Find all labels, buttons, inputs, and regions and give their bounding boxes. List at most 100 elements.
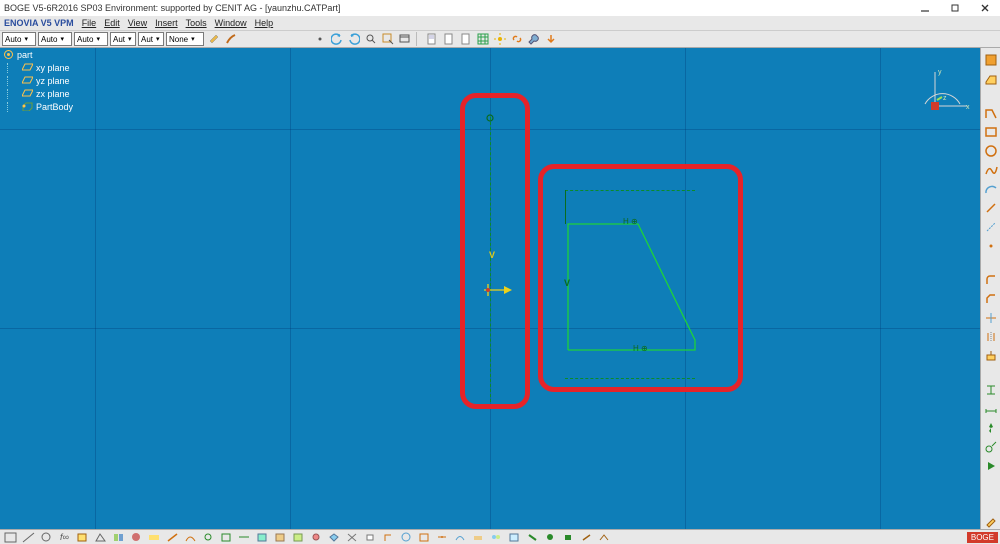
corner-icon[interactable] [983,272,999,288]
window-list-icon[interactable] [397,32,412,47]
bb-icon[interactable] [236,531,253,544]
axis-compass[interactable]: x y z x y z [920,64,965,109]
menu-insert[interactable]: Insert [155,18,178,28]
mirror-icon[interactable] [983,329,999,345]
bb-icon[interactable] [254,531,271,544]
bb-icon[interactable] [398,531,415,544]
bb-fx-icon[interactable]: f∞ [56,531,73,544]
sketch-icon[interactable] [983,52,999,68]
bb-icon[interactable] [434,531,451,544]
bb-icon[interactable] [326,531,343,544]
doc-icon-2[interactable] [441,32,456,47]
search-icon[interactable] [363,32,378,47]
link-icon[interactable] [509,32,524,47]
bb-icon[interactable] [524,531,541,544]
bb-icon[interactable] [506,531,523,544]
point-icon[interactable] [983,238,999,254]
bb-icon[interactable] [452,531,469,544]
bb-icon[interactable] [380,531,397,544]
animate-icon[interactable] [983,458,999,474]
project-icon[interactable] [983,348,999,364]
bb-icon[interactable] [596,531,613,544]
sun-icon[interactable] [492,32,507,47]
arc-icon[interactable] [983,181,999,197]
combo-auto-0[interactable]: Auto [2,32,36,46]
grid-icon[interactable] [475,32,490,47]
wrench-icon[interactable] [526,32,541,47]
bb-icon[interactable] [560,531,577,544]
bb-icon[interactable] [308,531,325,544]
doc-icon-3[interactable] [458,32,473,47]
bb-icon[interactable] [470,531,487,544]
menu-file[interactable]: File [82,18,97,28]
bb-icon[interactable] [344,531,361,544]
bb-icon[interactable] [128,531,145,544]
partbody-icon [21,102,33,112]
bb-icon[interactable] [218,531,235,544]
trim-icon[interactable] [983,310,999,326]
pad-icon[interactable] [983,71,999,87]
menu-help[interactable]: Help [255,18,274,28]
zoom-window-icon[interactable] [380,32,395,47]
bb-icon[interactable] [182,531,199,544]
line-icon[interactable] [983,200,999,216]
bb-icon[interactable] [488,531,505,544]
edit-multi-icon[interactable] [983,513,999,529]
redo-icon[interactable] [346,32,361,47]
profile-icon[interactable] [983,105,999,121]
bb-icon[interactable] [542,531,559,544]
dot-icon[interactable] [312,32,327,47]
viewport-3d[interactable]: part xy plane yz plane zx plane PartBody [0,48,1000,529]
arrow-down-icon[interactable] [543,32,558,47]
combo-aut-3[interactable]: Aut [110,32,136,46]
bb-icon[interactable] [578,531,595,544]
bb-icon[interactable] [146,531,163,544]
undo-icon[interactable] [329,32,344,47]
doclist-icon[interactable] [424,32,439,47]
bb-icon[interactable] [362,531,379,544]
combo-none-5[interactable]: None [166,32,204,46]
spec-tree[interactable]: part xy plane yz plane zx plane PartBody [2,48,73,113]
bb-icon[interactable] [272,531,289,544]
dimension-icon[interactable] [983,401,999,417]
combo-aut-4[interactable]: Aut [138,32,164,46]
tree-zx-plane[interactable]: zx plane [2,87,73,100]
menu-view[interactable]: View [128,18,147,28]
constraint-icon[interactable] [983,382,999,398]
tree-root-part[interactable]: part [2,48,73,61]
bb-icon[interactable] [164,531,181,544]
tree-yz-plane[interactable]: yz plane [2,74,73,87]
bb-icon[interactable] [290,531,307,544]
fix-icon[interactable] [983,420,999,436]
tree-partbody[interactable]: PartBody [2,100,73,113]
axis-icon[interactable] [983,219,999,235]
bb-icon[interactable] [74,531,91,544]
bb-icon[interactable] [200,531,217,544]
menu-window[interactable]: Window [215,18,247,28]
bb-icon[interactable] [92,531,109,544]
brush-icon[interactable] [223,32,238,47]
combo-auto-1[interactable]: Auto [38,32,72,46]
bb-icon[interactable] [110,531,127,544]
menu-tools[interactable]: Tools [186,18,207,28]
window-restore-button[interactable] [940,0,970,16]
combo-auto-2[interactable]: Auto [74,32,108,46]
spline-icon[interactable] [983,162,999,178]
bb-icon[interactable] [38,531,55,544]
paint-icon[interactable] [206,32,221,47]
circle-icon[interactable] [983,143,999,159]
chamfer-icon[interactable] [983,291,999,307]
rectangle-icon[interactable] [983,124,999,140]
tree-item-label: xy plane [36,62,70,74]
window-close-button[interactable] [970,0,1000,16]
window-minimize-button[interactable] [910,0,940,16]
brand-label: ENOVIA V5 VPM [4,18,74,28]
bb-icon[interactable] [2,531,19,544]
auto-constraint-icon[interactable] [983,439,999,455]
bb-icon[interactable] [416,531,433,544]
menu-edit[interactable]: Edit [104,18,120,28]
top-toolbar: Auto Auto Auto Aut Aut None [0,30,1000,48]
bb-icon[interactable] [20,531,37,544]
tree-root-label: part [17,49,33,61]
tree-xy-plane[interactable]: xy plane [2,61,73,74]
